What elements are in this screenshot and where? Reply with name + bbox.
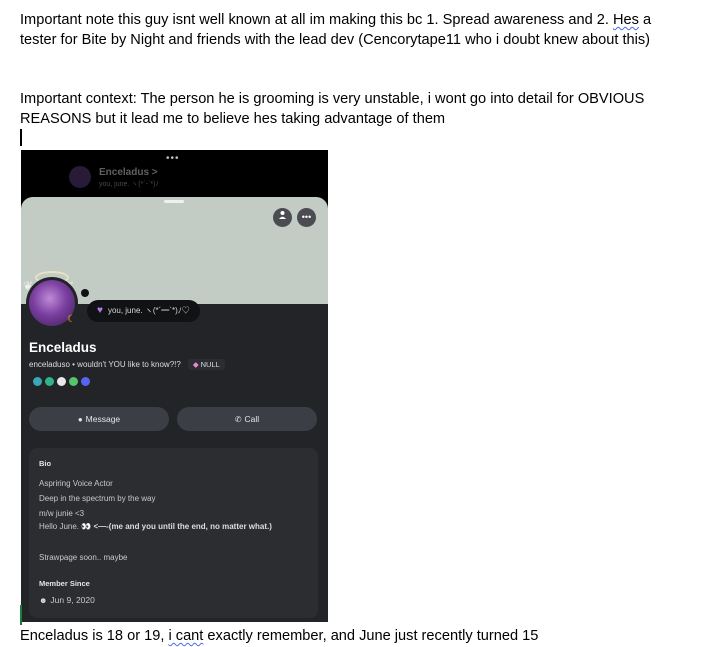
badge-icon[interactable] [69, 377, 78, 386]
member-since-heading: Member Since [39, 579, 90, 588]
add-friend-icon[interactable] [273, 208, 292, 227]
bio-line: m/w junie <3 [39, 509, 85, 518]
member-since-date: ☻ Jun 9, 2020 [39, 595, 95, 605]
heart-icon: ♥ [97, 305, 103, 316]
username-line: enceladuso • wouldn't YOU like to know?!… [29, 359, 225, 370]
bg-status: you, june. ヽ(*´-`*)ﾉ [99, 181, 159, 188]
profile-screenshot: ••• Enceladus > you, june. ヽ(*´-`*)ﾉ •••… [21, 150, 328, 622]
call-button[interactable]: ✆ Call [177, 407, 317, 431]
display-name: Enceladus [29, 340, 97, 355]
phone-icon: ✆ [234, 415, 242, 424]
discord-icon: ☻ [39, 596, 48, 605]
badge-icon[interactable] [81, 377, 90, 386]
spellcheck-word-hes[interactable]: Hes [613, 12, 639, 28]
badge-icon[interactable] [45, 377, 54, 386]
message-label: Message [85, 414, 121, 424]
username-text: enceladuso • wouldn't YOU like to know?!… [29, 360, 181, 369]
badge-icon[interactable] [33, 377, 42, 386]
text-cursor [20, 129, 22, 146]
bio-line-hello: Hello June. 👀 <—-(me and you until the e… [39, 520, 304, 535]
ages-text: Enceladus is 18 or 19, [20, 628, 169, 644]
ages-text-cont: exactly remember, and June just recently… [203, 628, 539, 644]
custom-status: ♥ you, june. ヽ(*´━`*)ﾉ♡ [87, 300, 200, 322]
paragraph-note: Important note this guy isnt well known … [20, 11, 660, 50]
server-tag[interactable]: ◆ NULL [187, 359, 225, 370]
more-options-icon[interactable]: ••• [297, 208, 316, 227]
bio-hello-bold: <—-(me and you until the end, no matter … [91, 522, 272, 531]
status-dot [81, 289, 89, 297]
member-date-text: Jun 9, 2020 [50, 595, 95, 605]
bio-line: Deep in the spectrum by the way [39, 494, 156, 503]
bg-name: Enceladus > [99, 167, 158, 178]
background-header: Enceladus > you, june. ヽ(*´-`*)ﾉ [69, 166, 249, 192]
more-dots-icon: ••• [166, 153, 180, 164]
paragraph-ages: Enceladus is 18 or 19, i cant exactly re… [20, 627, 660, 647]
bio-heading: Bio [39, 459, 52, 468]
bg-avatar [69, 166, 91, 188]
bio-hello: Hello June. 👀 [39, 522, 92, 531]
gem-icon: ◆ [192, 360, 199, 369]
badge-row [33, 377, 90, 386]
profile-sheet: ••• ❦ ❦ ☾ ♥you, june. ヽ(*´━`*)ﾉ♡ Encelad… [21, 197, 328, 622]
bio-card: Bio Aspriring Voice Actor Deep in the sp… [29, 448, 318, 618]
status-text: you, june. ヽ(*´━`*)ﾉ♡ [107, 306, 190, 315]
bio-line: Aspriring Voice Actor [39, 479, 113, 488]
moon-icon: ☾ [67, 314, 76, 325]
image-anchor-marker [20, 605, 22, 625]
bio-line: Strawpage soon.. maybe [39, 553, 128, 562]
paragraph-context: Important context: The person he is groo… [20, 91, 645, 127]
badge-icon[interactable] [57, 377, 66, 386]
spellcheck-word-icant[interactable]: i cant [168, 628, 203, 644]
call-label: Call [244, 414, 260, 424]
message-button[interactable]: ● Message [29, 407, 169, 431]
sheet-grabber[interactable] [164, 200, 184, 203]
message-icon: ● [77, 415, 83, 424]
note-text: Important note this guy isnt well known … [20, 12, 613, 28]
server-tag-label: NULL [200, 360, 220, 369]
